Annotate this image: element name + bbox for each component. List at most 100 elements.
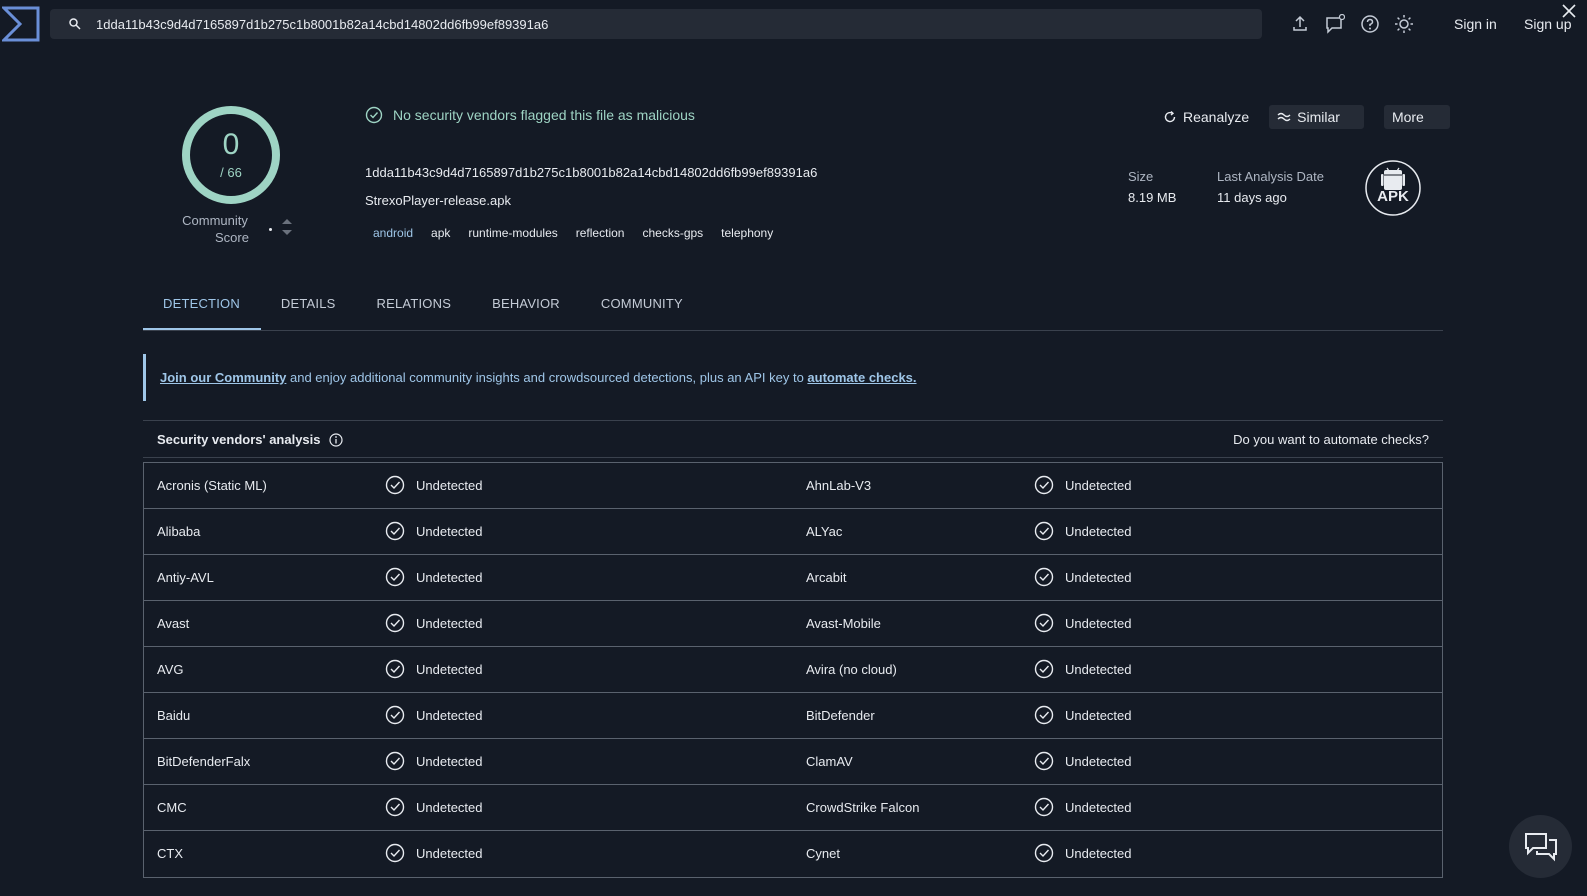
table-row: Avast Undetected Avast-Mobile Undetected bbox=[144, 601, 1442, 647]
community-score-label-line2: Score bbox=[215, 230, 249, 245]
vendor-name: BitDefenderFalx bbox=[157, 754, 251, 769]
community-score-value bbox=[269, 228, 272, 231]
vendor-result-text: Undetected bbox=[416, 569, 483, 585]
vendor-result: Undetected bbox=[1034, 567, 1132, 587]
check-circle-icon bbox=[365, 106, 383, 124]
table-row: CTX Undetected Cynet Undetected bbox=[144, 831, 1442, 877]
downvote-icon[interactable] bbox=[281, 229, 293, 237]
vendor-name: Avira (no cloud) bbox=[806, 662, 897, 677]
vendor-name: CTX bbox=[157, 846, 183, 861]
vendor-result-text: Undetected bbox=[1065, 661, 1132, 677]
check-circle-icon bbox=[1034, 705, 1054, 725]
vendor-result: Undetected bbox=[385, 797, 483, 817]
vendor-name: ClamAV bbox=[806, 754, 853, 769]
table-row: CMC Undetected CrowdStrike Falcon Undetecte… bbox=[144, 785, 1442, 831]
vendors-table: Acronis (Static ML) Undetected AhnLab-V3 Un… bbox=[143, 462, 1443, 878]
check-circle-icon bbox=[385, 659, 405, 679]
tag[interactable]: android bbox=[366, 224, 424, 242]
vendor-name: Avast bbox=[157, 616, 190, 631]
notifications-icon[interactable] bbox=[1325, 14, 1345, 34]
table-row: Alibaba Undetected ALYac Undetected bbox=[144, 509, 1442, 555]
similar-button[interactable]: Similar bbox=[1269, 105, 1364, 129]
vendor-name: BitDefender bbox=[806, 708, 875, 723]
vendor-result: Undetected bbox=[385, 521, 483, 541]
file-type-label: APK bbox=[1377, 188, 1409, 205]
tab-relations[interactable]: RELATIONS bbox=[357, 288, 473, 330]
automate-checks-prompt[interactable]: Do you want to automate checks? bbox=[1233, 432, 1429, 447]
vendor-name: AVG bbox=[157, 662, 184, 677]
vendor-name: ALYac bbox=[806, 524, 843, 539]
detection-total: / 66 bbox=[220, 165, 242, 180]
search-icon bbox=[69, 18, 81, 30]
tab-community[interactable]: COMMUNITY bbox=[581, 288, 704, 330]
file-actions: Reanalyze Similar More bbox=[1155, 105, 1450, 129]
vendor-name: Acronis (Static ML) bbox=[157, 478, 267, 493]
similar-label: Similar bbox=[1297, 109, 1340, 125]
tag[interactable]: apk bbox=[424, 224, 461, 242]
vendor-result: Undetected bbox=[1034, 705, 1132, 725]
automate-checks-link[interactable]: automate checks. bbox=[807, 370, 916, 385]
tag[interactable]: telephony bbox=[714, 224, 784, 242]
table-row: Acronis (Static ML) Undetected AhnLab-V3 Un… bbox=[144, 463, 1442, 509]
tag[interactable]: runtime-modules bbox=[461, 224, 568, 242]
vendor-name: Cynet bbox=[806, 846, 840, 861]
check-circle-icon bbox=[385, 475, 405, 495]
tab-detection[interactable]: DETECTION bbox=[143, 288, 261, 330]
table-row: AVG Undetected Avira (no cloud) Undetected bbox=[144, 647, 1442, 693]
vendor-result-text: Undetected bbox=[416, 661, 483, 677]
help-icon[interactable] bbox=[1360, 14, 1380, 34]
table-row: Antiy-AVL Undetected Arcabit Undetected bbox=[144, 555, 1442, 601]
vendor-name: Antiy-AVL bbox=[157, 570, 214, 585]
vendor-name: AhnLab-V3 bbox=[806, 478, 872, 493]
chat-button[interactable] bbox=[1509, 815, 1572, 878]
check-circle-icon bbox=[1034, 475, 1054, 495]
size-value: 8.19 MB bbox=[1128, 190, 1177, 205]
vendor-result-text: Undetected bbox=[416, 615, 483, 631]
vendor-result: Undetected bbox=[1034, 613, 1132, 633]
check-circle-icon bbox=[385, 521, 405, 541]
vendor-name: Alibaba bbox=[157, 524, 201, 539]
banner-text: and enjoy additional community insights … bbox=[286, 370, 808, 385]
tab-behavior[interactable]: BEHAVIOR bbox=[472, 288, 581, 330]
theme-toggle-icon[interactable] bbox=[1394, 14, 1414, 34]
reanalyze-button[interactable]: Reanalyze bbox=[1155, 105, 1257, 129]
sign-in-link[interactable]: Sign in bbox=[1454, 16, 1497, 32]
tag[interactable]: reflection bbox=[569, 224, 636, 242]
search-input[interactable] bbox=[96, 16, 1196, 32]
check-circle-icon bbox=[1034, 613, 1054, 633]
more-button[interactable]: More bbox=[1383, 105, 1450, 129]
file-hash: 1dda11b43c9d4d7165897d1b275c1b8001b82a14… bbox=[365, 165, 818, 180]
search-bar[interactable] bbox=[50, 9, 1262, 39]
reanalyze-label: Reanalyze bbox=[1183, 109, 1250, 125]
join-community-link[interactable]: Join our Community bbox=[160, 370, 286, 385]
check-circle-icon bbox=[1034, 521, 1054, 541]
virustotal-logo-icon[interactable] bbox=[2, 6, 40, 42]
vendor-name: CrowdStrike Falcon bbox=[806, 800, 920, 815]
upvote-icon[interactable] bbox=[281, 217, 293, 225]
vendor-result: Undetected bbox=[1034, 521, 1132, 541]
table-row: Baidu Undetected BitDefender Undetected bbox=[144, 693, 1442, 739]
check-circle-icon bbox=[1034, 567, 1054, 587]
detection-count: 0 bbox=[222, 128, 240, 161]
size-label: Size bbox=[1128, 169, 1154, 184]
check-circle-icon bbox=[385, 751, 405, 771]
vendor-result-text: Undetected bbox=[1065, 845, 1132, 861]
vendor-result: Undetected bbox=[385, 705, 483, 725]
close-icon[interactable] bbox=[1560, 2, 1578, 20]
vendor-result-text: Undetected bbox=[416, 477, 483, 493]
vendor-result: Undetected bbox=[1034, 659, 1132, 679]
tag[interactable]: checks-gps bbox=[635, 224, 714, 242]
vendors-title-text: Security vendors' analysis bbox=[157, 432, 321, 447]
vendor-result: Undetected bbox=[1034, 843, 1132, 863]
info-icon[interactable] bbox=[328, 432, 343, 447]
vendor-result: Undetected bbox=[385, 659, 483, 679]
vendor-result-text: Undetected bbox=[416, 845, 483, 861]
vendor-result: Undetected bbox=[1034, 797, 1132, 817]
tab-details[interactable]: DETAILS bbox=[261, 288, 357, 330]
vendor-result-text: Undetected bbox=[1065, 569, 1132, 585]
check-circle-icon bbox=[1034, 843, 1054, 863]
vendor-name: CMC bbox=[157, 800, 187, 815]
upload-icon[interactable] bbox=[1290, 14, 1310, 34]
vendor-result: Undetected bbox=[385, 567, 483, 587]
vendor-result: Undetected bbox=[385, 843, 483, 863]
